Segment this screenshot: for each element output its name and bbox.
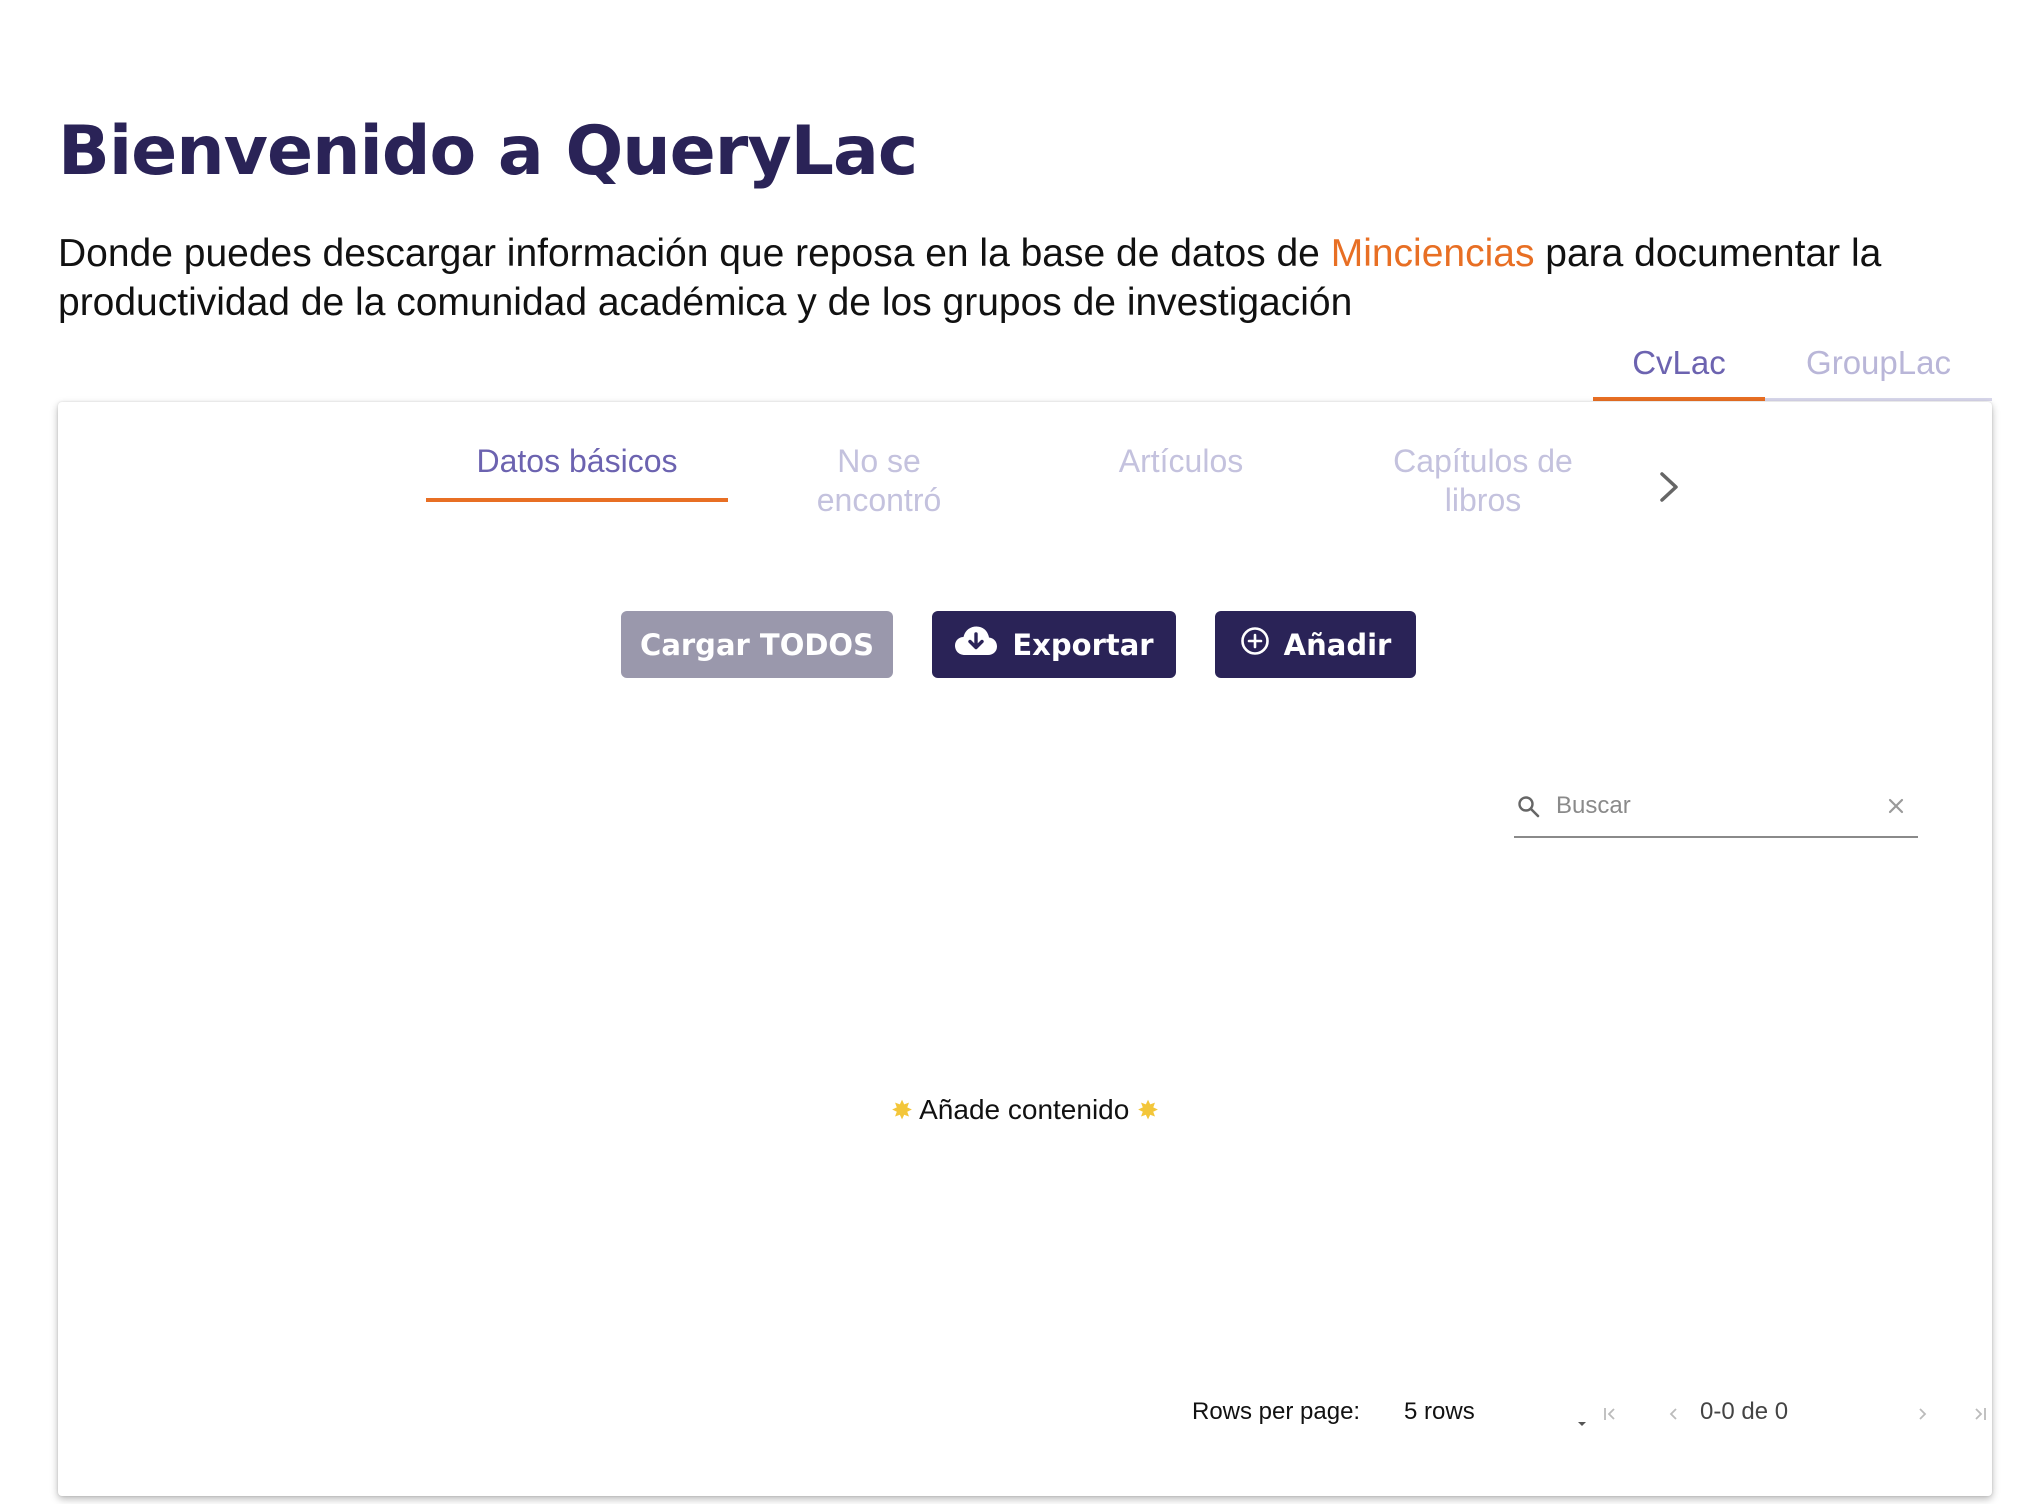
- empty-message-text: Añade contenido: [919, 1094, 1130, 1125]
- load-all-button[interactable]: Cargar TODOS: [621, 611, 893, 678]
- first-page-icon[interactable]: [1600, 1403, 1620, 1423]
- tab-articulos[interactable]: Artículos: [1030, 442, 1332, 540]
- tab-capitulos-de-libros[interactable]: Capítulos de libros: [1332, 442, 1634, 540]
- page: Bienvenido a QueryLac Donde puedes desca…: [0, 0, 2020, 1504]
- tab-no-se-encontro[interactable]: No se encontró: [728, 442, 1030, 540]
- search-input[interactable]: [1554, 784, 1878, 828]
- tab-cvlac[interactable]: CvLac: [1593, 340, 1765, 401]
- cloud-download-icon: [954, 625, 998, 664]
- previous-page-icon[interactable]: [1664, 1403, 1684, 1423]
- tab-label: Datos básicos: [476, 443, 678, 479]
- search-bar: [1514, 776, 1918, 838]
- clear-search-icon[interactable]: [1886, 796, 1906, 816]
- intro-text-start: Donde puedes descargar información que r…: [58, 232, 1331, 275]
- tab-datos-basicos[interactable]: Datos básicos: [426, 442, 728, 540]
- rows-per-page-select[interactable]: 5 rows: [1404, 1398, 1475, 1426]
- tab-label: Capítulos de libros: [1393, 443, 1573, 518]
- page-range: 0-0 de 0: [1700, 1398, 1789, 1425]
- minciencias-link[interactable]: Minciencias: [1331, 232, 1535, 275]
- add-label: Añadir: [1283, 627, 1392, 662]
- source-tabs: CvLac GroupLac: [1593, 340, 1992, 401]
- caret-down-icon[interactable]: [1575, 1408, 1589, 1436]
- tab-label: No se encontró: [816, 443, 942, 518]
- glowing-star-icon: ✸: [891, 1095, 913, 1125]
- tab-label: Artículos: [1118, 443, 1244, 479]
- glowing-star-icon: ✸: [1137, 1095, 1159, 1125]
- intro-text: Donde puedes descargar información que r…: [58, 229, 1988, 327]
- chevron-right-icon[interactable]: [1648, 462, 1688, 512]
- export-label: Exportar: [1012, 627, 1154, 662]
- page-title: Bienvenido a QueryLac: [58, 112, 918, 191]
- load-all-label: Cargar TODOS: [640, 627, 874, 662]
- tab-grouplac[interactable]: GroupLac: [1765, 340, 1992, 398]
- search-icon: [1516, 794, 1542, 820]
- export-button[interactable]: Exportar: [932, 611, 1176, 678]
- last-page-icon[interactable]: [1970, 1403, 1990, 1423]
- action-buttons: Cargar TODOS Exportar Añadir: [621, 611, 1416, 678]
- section-tabs: Datos básicos No se encontró Artículos C…: [426, 442, 1634, 542]
- next-page-icon[interactable]: [1912, 1403, 1932, 1423]
- add-circle-icon: [1240, 626, 1270, 663]
- data-card: Datos básicos No se encontró Artículos C…: [58, 402, 1992, 1496]
- rows-per-page-label: Rows per page:: [1192, 1398, 1361, 1425]
- empty-table-message: ✸ Añade contenido ✸: [58, 1094, 1992, 1126]
- add-button[interactable]: Añadir: [1215, 611, 1416, 678]
